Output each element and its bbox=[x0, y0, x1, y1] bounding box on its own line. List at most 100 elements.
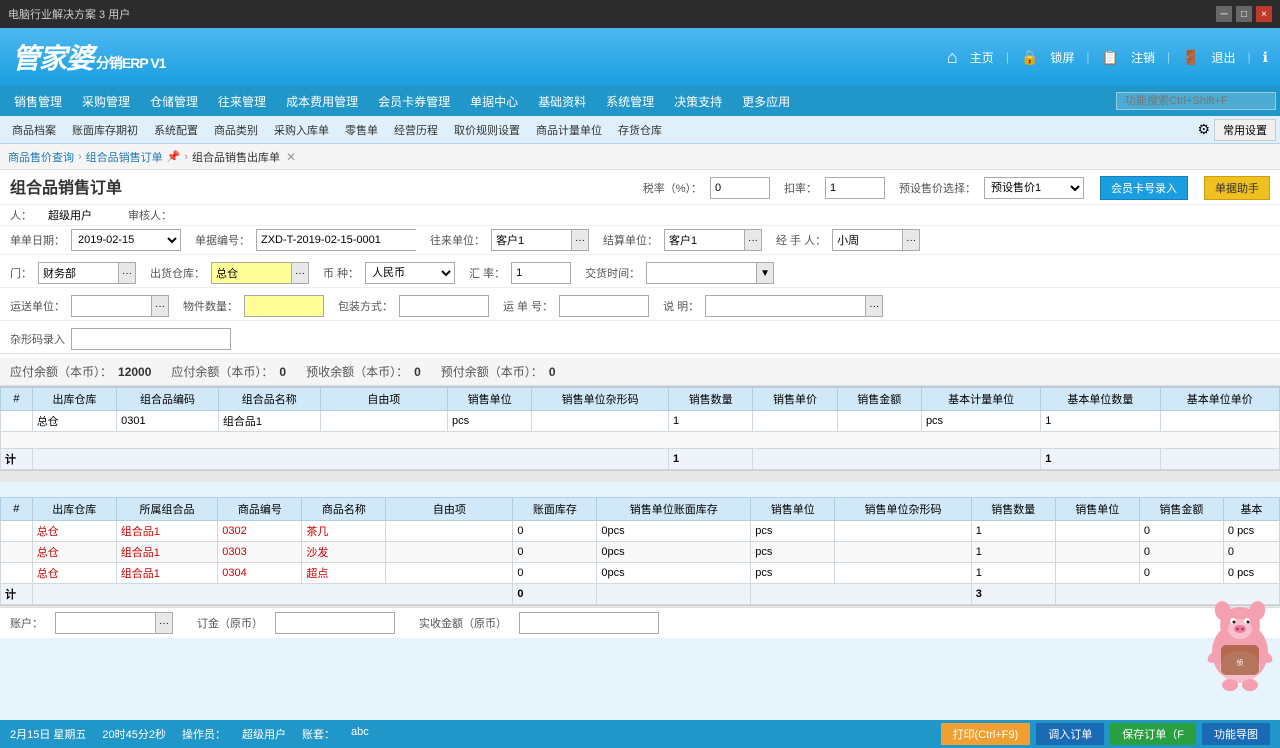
nav-cost[interactable]: 成本费用管理 bbox=[276, 86, 368, 116]
date-input[interactable]: 2019-02-15 bbox=[71, 229, 181, 251]
cell-combo-name: 组合品1 bbox=[218, 411, 320, 432]
nav-voucher[interactable]: 单据中心 bbox=[460, 86, 528, 116]
handler-input[interactable] bbox=[832, 229, 902, 251]
partner-input[interactable] bbox=[491, 229, 571, 251]
nav-system[interactable]: 系统管理 bbox=[596, 86, 664, 116]
ship-unit-dots-btn[interactable]: ··· bbox=[151, 295, 169, 317]
nav-member[interactable]: 会员卡券管理 bbox=[368, 86, 460, 116]
col-l-unit-stock: 销售单位账面库存 bbox=[597, 498, 751, 521]
approver-label: 审核人： bbox=[128, 207, 172, 223]
exit-link[interactable]: 退出 bbox=[1212, 49, 1236, 66]
warehouse-dots-btn[interactable]: ··· bbox=[291, 262, 309, 284]
sub-nav-history[interactable]: 经营历程 bbox=[386, 116, 446, 144]
svg-text:侦: 侦 bbox=[1237, 658, 1244, 667]
table-row[interactable]: 总仓 组合品1 0304 超点 0 0pcs pcs 1 0 0 pcs bbox=[1, 563, 1280, 584]
date-label: 单单日期： bbox=[10, 232, 65, 248]
status-date: 2月15日 星期五 bbox=[10, 726, 86, 742]
sub-nav-category[interactable]: 商品类别 bbox=[206, 116, 266, 144]
sub-nav-product[interactable]: 商品档案 bbox=[4, 116, 64, 144]
cell-base-qty: 1 bbox=[1041, 411, 1160, 432]
currency-label: 币 种： bbox=[323, 265, 359, 281]
logout-link[interactable]: 注销 bbox=[1131, 49, 1155, 66]
upper-table-hscroll[interactable] bbox=[0, 470, 1280, 482]
sub-nav-stock-init[interactable]: 账面库存期初 bbox=[64, 116, 146, 144]
sub-nav-config[interactable]: 系统配置 bbox=[146, 116, 206, 144]
tax-rate-input[interactable] bbox=[710, 177, 770, 199]
nav-sales[interactable]: 销售管理 bbox=[4, 86, 72, 116]
import-btn[interactable]: 调入订单 bbox=[1036, 723, 1104, 745]
nav-search-input[interactable] bbox=[1116, 92, 1276, 110]
sub-nav-uom[interactable]: 商品计量单位 bbox=[528, 116, 610, 144]
package-input[interactable] bbox=[399, 295, 489, 317]
save-btn[interactable]: 保存订单（F bbox=[1110, 723, 1196, 745]
lock-link[interactable]: 锁屏 bbox=[1050, 49, 1074, 66]
breadcrumb-close-icon[interactable]: ✕ bbox=[286, 150, 296, 164]
ship-unit-input[interactable] bbox=[71, 295, 151, 317]
nav-purchase[interactable]: 采购管理 bbox=[72, 86, 140, 116]
table-row[interactable]: 总仓 0301 组合品1 pcs 1 pcs 1 bbox=[1, 411, 1280, 432]
settle-input[interactable] bbox=[664, 229, 744, 251]
tax-row: 税率（%）： 扣率： 预设售价选择： 预设售价1 bbox=[643, 177, 1084, 199]
lower-table-wrap: # 出库仓库 所属组合品 商品编号 商品名称 自由项 账面库存 销售单位账面库存… bbox=[0, 497, 1280, 607]
member-card-btn[interactable]: 会员卡号录入 bbox=[1100, 176, 1188, 200]
settings-button[interactable]: 常用设置 bbox=[1214, 119, 1276, 141]
maximize-btn[interactable]: □ bbox=[1236, 6, 1252, 22]
close-btn[interactable]: × bbox=[1256, 6, 1272, 22]
exchange-input[interactable] bbox=[511, 262, 571, 284]
presale-select[interactable]: 预设售价1 bbox=[984, 177, 1084, 199]
breadcrumb-pin-icon[interactable]: 📌 bbox=[167, 150, 181, 163]
partner-dots-btn[interactable]: ··· bbox=[571, 229, 589, 251]
sub-nav-price-rule[interactable]: 取价规则设置 bbox=[446, 116, 528, 144]
nav-transaction[interactable]: 往来管理 bbox=[208, 86, 276, 116]
actual-amount-input[interactable] bbox=[519, 612, 659, 634]
handler-dots-btn[interactable]: ··· bbox=[902, 229, 920, 251]
breadcrumb-item-2[interactable]: 组合品销售订单 bbox=[86, 149, 163, 165]
table-row[interactable]: 总仓 组合品1 0303 沙发 0 0pcs pcs 1 0 0 bbox=[1, 542, 1280, 563]
print-btn[interactable]: 打印(Ctrl+F9) bbox=[941, 723, 1031, 745]
discount-label: 扣率： bbox=[784, 180, 817, 196]
home-link[interactable]: 主页 bbox=[970, 49, 994, 66]
dept-input[interactable] bbox=[38, 262, 118, 284]
order-no-input[interactable] bbox=[256, 229, 416, 251]
sub-nav-purchase-in[interactable]: 采购入库单 bbox=[266, 116, 337, 144]
account-input[interactable] bbox=[55, 612, 155, 634]
help-map-btn[interactable]: 功能导图 bbox=[1202, 723, 1270, 745]
nav-more[interactable]: 更多应用 bbox=[732, 86, 800, 116]
payable-value: 12000 bbox=[118, 365, 151, 379]
nav-warehouse[interactable]: 仓储管理 bbox=[140, 86, 208, 116]
dept-dots-btn[interactable]: ··· bbox=[118, 262, 136, 284]
payable-summary: 应付余额（本币）： 12000 bbox=[10, 363, 151, 380]
note-dots-btn[interactable]: ··· bbox=[865, 295, 883, 317]
ship-no-input[interactable] bbox=[559, 295, 649, 317]
col-free: 自由项 bbox=[320, 388, 447, 411]
settle-dots-btn[interactable]: ··· bbox=[744, 229, 762, 251]
note-input[interactable] bbox=[705, 295, 865, 317]
info-icon[interactable]: ℹ bbox=[1263, 49, 1268, 66]
lock-icon: 🔒 bbox=[1021, 49, 1038, 66]
nav-basic[interactable]: 基础资料 bbox=[528, 86, 596, 116]
order-no-label: 单据编号： bbox=[195, 232, 250, 248]
order-amount-input[interactable] bbox=[275, 612, 395, 634]
trade-time-input[interactable] bbox=[646, 262, 756, 284]
sub-nav-warehouse[interactable]: 存货仓库 bbox=[610, 116, 670, 144]
pre-collect-value: 0 bbox=[414, 365, 421, 379]
minimize-btn[interactable]: ─ bbox=[1216, 6, 1232, 22]
total-qty: 1 bbox=[669, 449, 753, 470]
table-row[interactable]: 总仓 组合品1 0302 茶几 0 0pcs pcs 1 0 0 pcs bbox=[1, 521, 1280, 542]
col-seq: # bbox=[1, 388, 33, 411]
discount-input[interactable] bbox=[825, 177, 885, 199]
status-time: 20时45分2秒 bbox=[102, 726, 166, 742]
nav-decision[interactable]: 决策支持 bbox=[664, 86, 732, 116]
barcode-input[interactable] bbox=[71, 328, 231, 350]
exchange-label: 汇 率： bbox=[469, 265, 505, 281]
account-dots-btn[interactable]: ··· bbox=[155, 612, 173, 634]
breadcrumb-item-1[interactable]: 商品售价查询 bbox=[8, 149, 74, 165]
warehouse-input[interactable] bbox=[211, 262, 291, 284]
trade-time-dropdown-btn[interactable]: ▼ bbox=[756, 262, 774, 284]
sub-nav-retail[interactable]: 零售单 bbox=[337, 116, 386, 144]
col-l-warehouse: 出库仓库 bbox=[32, 498, 116, 521]
currency-select[interactable]: 人民币 bbox=[365, 262, 455, 284]
assist-btn[interactable]: 单据助手 bbox=[1204, 176, 1270, 200]
footer-btns: 打印(Ctrl+F9) 调入订单 保存订单（F 功能导图 bbox=[941, 723, 1270, 745]
parts-count-input[interactable] bbox=[244, 295, 324, 317]
